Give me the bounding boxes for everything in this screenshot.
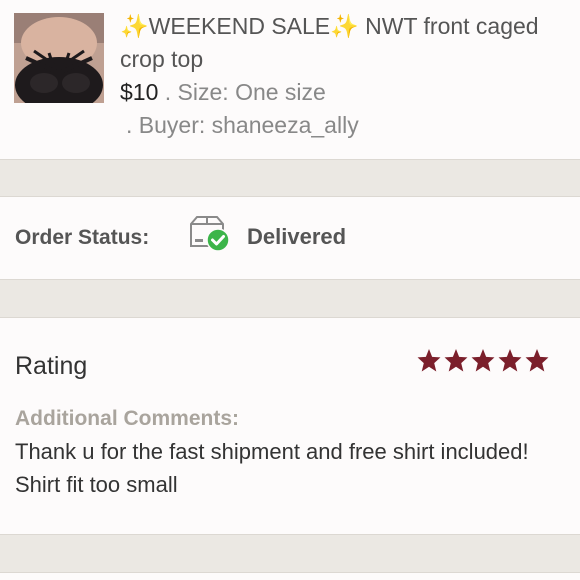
rating-card: Rating Additional Comments: Thank u for … — [0, 317, 580, 535]
sparkle-icon: ✨ — [120, 13, 149, 39]
star-rating — [416, 348, 550, 374]
delivered-box-icon — [188, 214, 232, 252]
next-card — [0, 572, 580, 580]
buyer-line[interactable]: . Buyer: shaneeza_ally — [120, 109, 560, 142]
listing-title-sale: WEEKEND SALE — [148, 13, 331, 39]
star-icon — [497, 348, 523, 374]
order-status-value: Delivered — [247, 224, 347, 249]
product-photo — [14, 13, 104, 103]
order-status-card: Order Status: Delivered — [0, 196, 580, 280]
star-icon — [443, 348, 469, 374]
order-status-label: Order Status: — [15, 226, 150, 249]
listing-thumbnail[interactable] — [14, 13, 104, 103]
listing-card[interactable]: ✨WEEKEND SALE✨ NWT front caged crop top … — [0, 0, 580, 160]
listing-size: . Size: One size — [158, 79, 326, 105]
listing-details: ✨WEEKEND SALE✨ NWT front caged crop top … — [120, 10, 560, 142]
listing-price: $10 — [120, 79, 159, 105]
comments-text: Thank u for the fast shipment and free s… — [15, 439, 529, 497]
price-size-line: $10 . Size: One size — [120, 76, 560, 109]
listing-title[interactable]: ✨WEEKEND SALE✨ NWT front caged crop top — [120, 10, 560, 76]
page: ✨WEEKEND SALE✨ NWT front caged crop top … — [0, 0, 580, 580]
comments-label: Additional Comments: — [15, 407, 239, 430]
star-icon — [524, 348, 550, 374]
sparkle-icon: ✨ — [330, 13, 359, 39]
star-icon — [416, 348, 442, 374]
star-icon — [470, 348, 496, 374]
rating-label: Rating — [15, 352, 88, 380]
